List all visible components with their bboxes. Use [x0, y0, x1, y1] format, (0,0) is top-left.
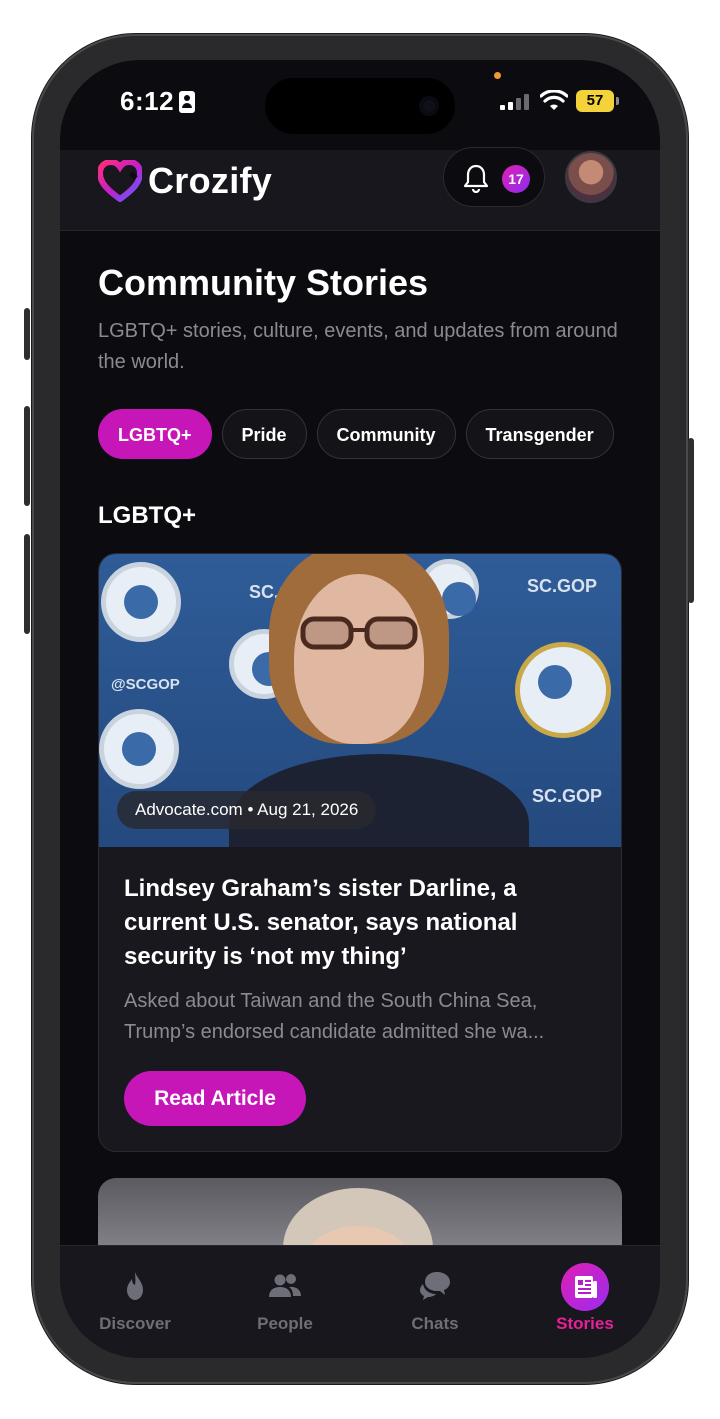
notifications-button[interactable]: 17: [443, 147, 545, 207]
power-button: [688, 438, 694, 603]
dynamic-island: [265, 78, 455, 134]
tab-stories[interactable]: Stories: [510, 1246, 660, 1358]
filter-chip-community[interactable]: Community: [316, 409, 456, 459]
tab-people[interactable]: People: [210, 1246, 360, 1358]
app-screen: 6:12 57 Crozify 17 Community Stories LGB…: [60, 60, 660, 1358]
volume-down-button: [24, 534, 30, 634]
volume-up-button: [24, 406, 30, 506]
category-filter-bar: LGBTQ+ Pride Community Transgender: [98, 409, 622, 463]
article-title[interactable]: Lindsey Graham’s sister Darline, a curre…: [124, 872, 604, 974]
id-card-icon: [179, 91, 195, 113]
bottom-tab-bar: Discover People Chats Stories: [60, 1245, 660, 1358]
tab-label: Chats: [411, 1314, 459, 1333]
tab-label: Stories: [556, 1314, 614, 1333]
status-bar: 6:12 57: [60, 60, 660, 150]
app-brand-name[interactable]: Crozify: [148, 160, 272, 202]
article-source-date: Advocate.com • Aug 21, 2026: [117, 791, 377, 829]
camera-icon: [419, 96, 439, 116]
filter-chip-pride[interactable]: Pride: [221, 409, 307, 459]
tab-label: People: [257, 1314, 313, 1333]
chat-bubbles-icon: [420, 1272, 450, 1300]
article-excerpt: Asked about Taiwan and the South China S…: [124, 990, 545, 1043]
bell-icon: [463, 164, 489, 193]
app-header: Crozify 17: [60, 147, 660, 231]
battery-indicator: 57: [576, 90, 619, 112]
newspaper-icon: [561, 1263, 609, 1311]
people-icon: [269, 1274, 301, 1297]
page-title: Community Stories: [98, 262, 429, 303]
wifi-icon: [540, 90, 568, 110]
section-heading: LGBTQ+: [98, 502, 197, 529]
tab-chats[interactable]: Chats: [360, 1246, 510, 1358]
notification-count-badge: 17: [502, 165, 530, 193]
article-image: SC.GOP SC.GOP SC.GO @SCGOP Advocate.com …: [99, 554, 621, 847]
cellular-signal-icon: [500, 94, 530, 110]
tab-discover[interactable]: Discover: [60, 1246, 210, 1358]
tab-label: Discover: [99, 1314, 171, 1333]
read-article-button[interactable]: Read Article: [124, 1071, 306, 1126]
article-card[interactable]: SC.GOP SC.GOP SC.GO @SCGOP Advocate.com …: [98, 553, 622, 1152]
status-time: 6:12: [120, 86, 175, 116]
flame-icon: [127, 1272, 143, 1300]
heart-logo-icon: [98, 160, 142, 202]
user-avatar[interactable]: [565, 151, 617, 203]
filter-chip-lgbtq[interactable]: LGBTQ+: [98, 409, 212, 459]
privacy-indicator-dot: [494, 72, 501, 79]
page-subtitle: LGBTQ+ stories, culture, events, and upd…: [98, 320, 618, 373]
action-button: [24, 308, 30, 360]
filter-chip-transgender[interactable]: Transgender: [465, 409, 614, 459]
